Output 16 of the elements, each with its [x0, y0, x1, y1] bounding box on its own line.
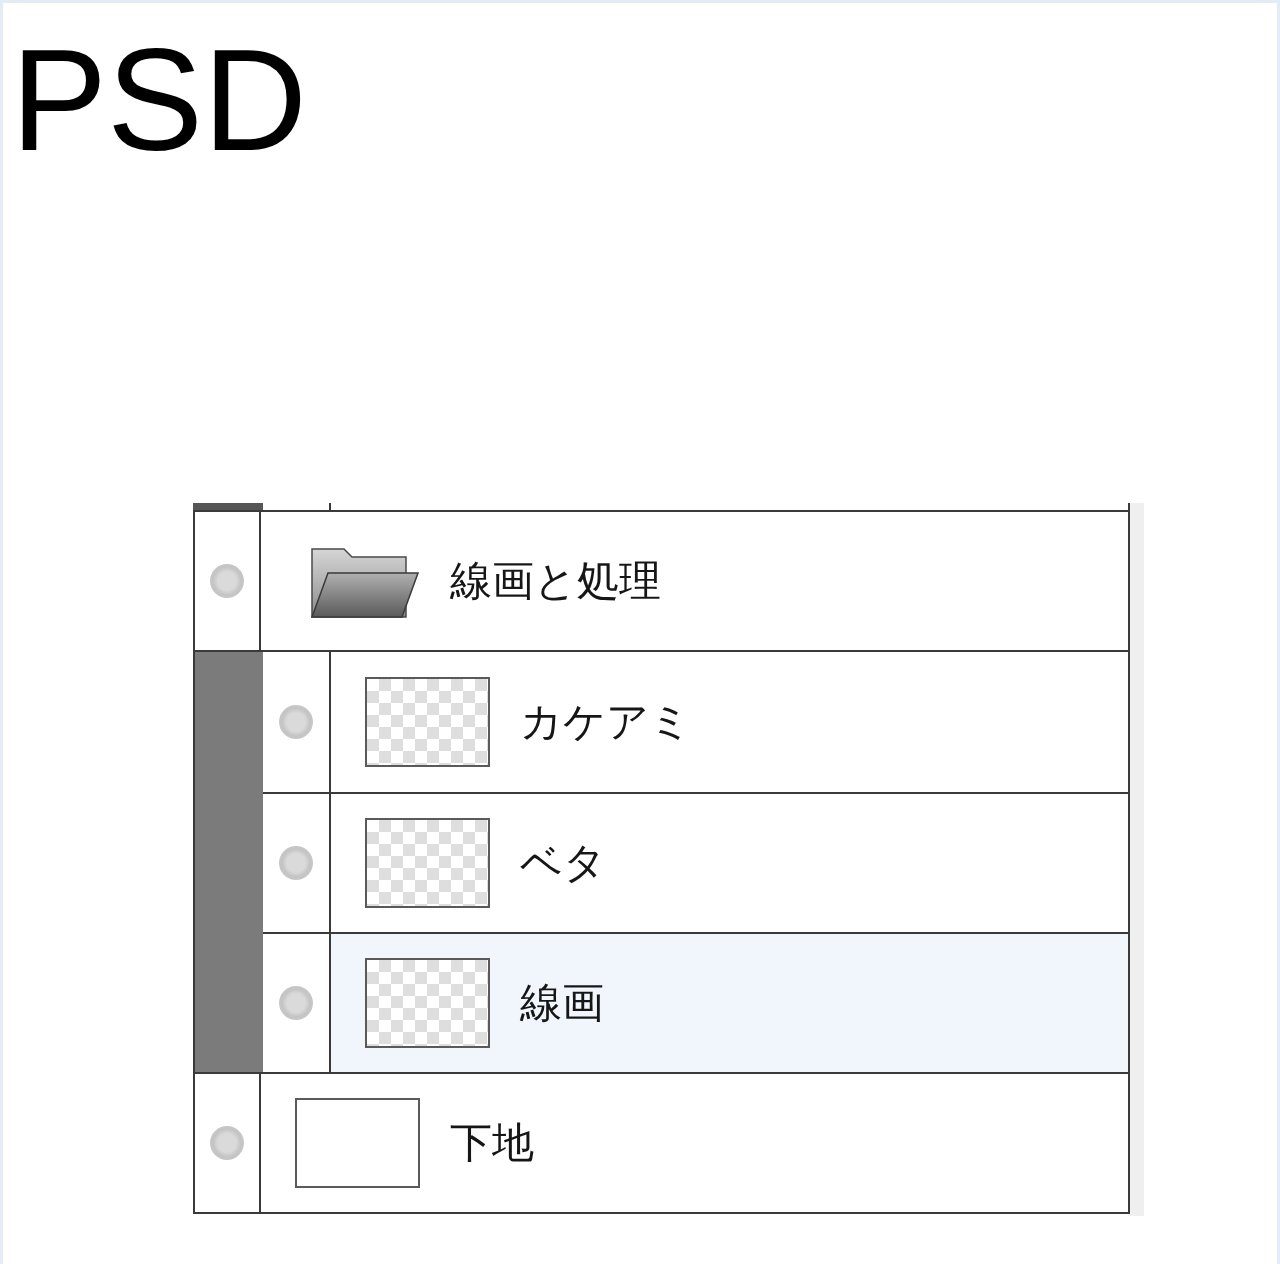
circle-icon[interactable]	[279, 705, 313, 739]
layer-name: カケアミ	[520, 696, 692, 748]
layer-row[interactable]: 下地	[195, 1072, 1128, 1212]
page-title: PSD	[11, 29, 308, 173]
layer-name: 線画と処理	[450, 555, 661, 607]
layer-row[interactable]: 線画	[263, 932, 1128, 1072]
circle-icon[interactable]	[279, 986, 313, 1020]
layer-row[interactable]: 線画と処理	[195, 512, 1128, 652]
layer-name: ベタ	[520, 837, 606, 889]
circle-icon[interactable]	[210, 1126, 244, 1160]
layer-row[interactable]: ベタ	[263, 792, 1128, 932]
layer-name: 線画	[520, 977, 604, 1029]
cut-off-row-edge	[193, 503, 263, 510]
circle-icon[interactable]	[279, 846, 313, 880]
circle-icon[interactable]	[210, 564, 244, 598]
layer-name: 下地	[450, 1117, 534, 1169]
